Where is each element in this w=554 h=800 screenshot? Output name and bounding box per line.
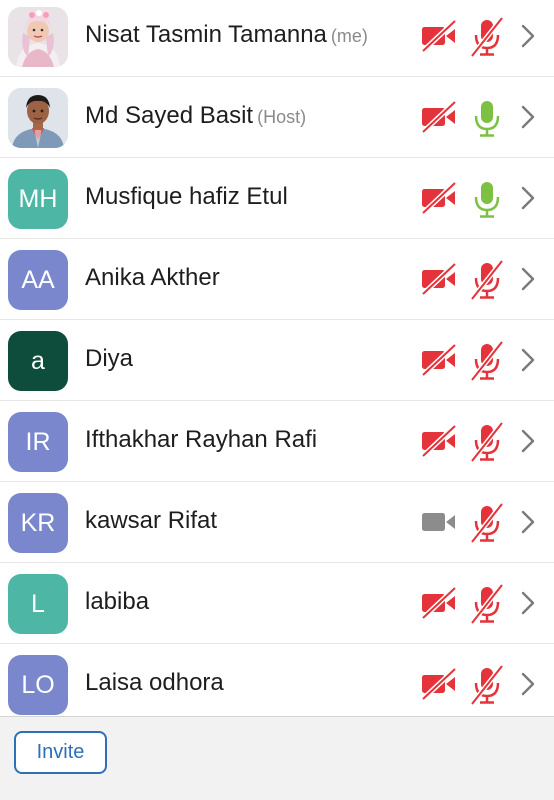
participant-row[interactable]: L labiba: [0, 563, 554, 644]
mic-muted-icon[interactable]: [468, 16, 506, 58]
mic-muted-icon[interactable]: [468, 583, 506, 625]
chevron-right-icon[interactable]: [518, 347, 538, 373]
avatar: AA: [8, 250, 68, 310]
avatar: KR: [8, 493, 68, 553]
mic-on-icon[interactable]: [468, 97, 506, 139]
participant-name: Laisa odhora: [85, 669, 224, 696]
video-on-icon[interactable]: [420, 504, 458, 540]
participant-name: labiba: [85, 588, 150, 615]
participant-name: Md Sayed Basit (Host): [85, 102, 307, 129]
participant-row[interactable]: Nisat Tasmin Tamanna (me): [0, 0, 554, 77]
participant-tag: (me): [330, 26, 368, 46]
participant-row[interactable]: IR Ifthakhar Rayhan Rafi: [0, 401, 554, 482]
video-off-icon[interactable]: [420, 342, 458, 378]
mic-muted-icon[interactable]: [468, 502, 506, 544]
avatar: [8, 88, 68, 148]
participant-name: Ifthakhar Rayhan Rafi: [85, 426, 318, 453]
participant-name: Anika Akther: [85, 264, 220, 291]
video-off-icon[interactable]: [420, 423, 458, 459]
chevron-right-icon[interactable]: [518, 509, 538, 535]
participant-row[interactable]: KR kawsar Rifat: [0, 482, 554, 563]
participant-name: Diya: [85, 345, 134, 372]
video-off-icon[interactable]: [420, 180, 458, 216]
chevron-right-icon[interactable]: [518, 23, 538, 49]
participant-tag: (Host): [257, 107, 307, 127]
avatar: [8, 7, 68, 67]
invite-button[interactable]: Invite: [14, 731, 107, 774]
video-off-icon[interactable]: [420, 585, 458, 621]
chevron-right-icon[interactable]: [518, 104, 538, 130]
participant-row[interactable]: AA Anika Akther: [0, 239, 554, 320]
participant-row[interactable]: Md Sayed Basit (Host): [0, 77, 554, 158]
participant-name: Nisat Tasmin Tamanna (me): [85, 21, 368, 48]
participant-name: Musfique hafiz Etul: [85, 183, 288, 210]
chevron-right-icon[interactable]: [518, 266, 538, 292]
avatar: L: [8, 574, 68, 634]
mic-muted-icon[interactable]: [468, 259, 506, 301]
avatar: MH: [8, 169, 68, 229]
avatar: LO: [8, 655, 68, 715]
mic-on-icon[interactable]: [468, 178, 506, 220]
video-off-icon[interactable]: [420, 99, 458, 135]
video-off-icon[interactable]: [420, 18, 458, 54]
participant-row[interactable]: MH Musfique hafiz Etul: [0, 158, 554, 239]
chevron-right-icon[interactable]: [518, 428, 538, 454]
participant-row[interactable]: LO Laisa odhora: [0, 644, 554, 716]
mic-muted-icon[interactable]: [468, 340, 506, 382]
avatar: IR: [8, 412, 68, 472]
chevron-right-icon[interactable]: [518, 590, 538, 616]
mic-muted-icon[interactable]: [468, 664, 506, 706]
video-off-icon[interactable]: [420, 666, 458, 702]
chevron-right-icon[interactable]: [518, 671, 538, 697]
participant-name: kawsar Rifat: [85, 507, 218, 534]
chevron-right-icon[interactable]: [518, 185, 538, 211]
mic-muted-icon[interactable]: [468, 421, 506, 463]
participant-row[interactable]: a Diya: [0, 320, 554, 401]
avatar: a: [8, 331, 68, 391]
footer-bar: Invite: [0, 716, 554, 800]
video-off-icon[interactable]: [420, 261, 458, 297]
participants-list: Nisat Tasmin Tamanna (me) Md Sayed Basit(…: [0, 0, 554, 716]
